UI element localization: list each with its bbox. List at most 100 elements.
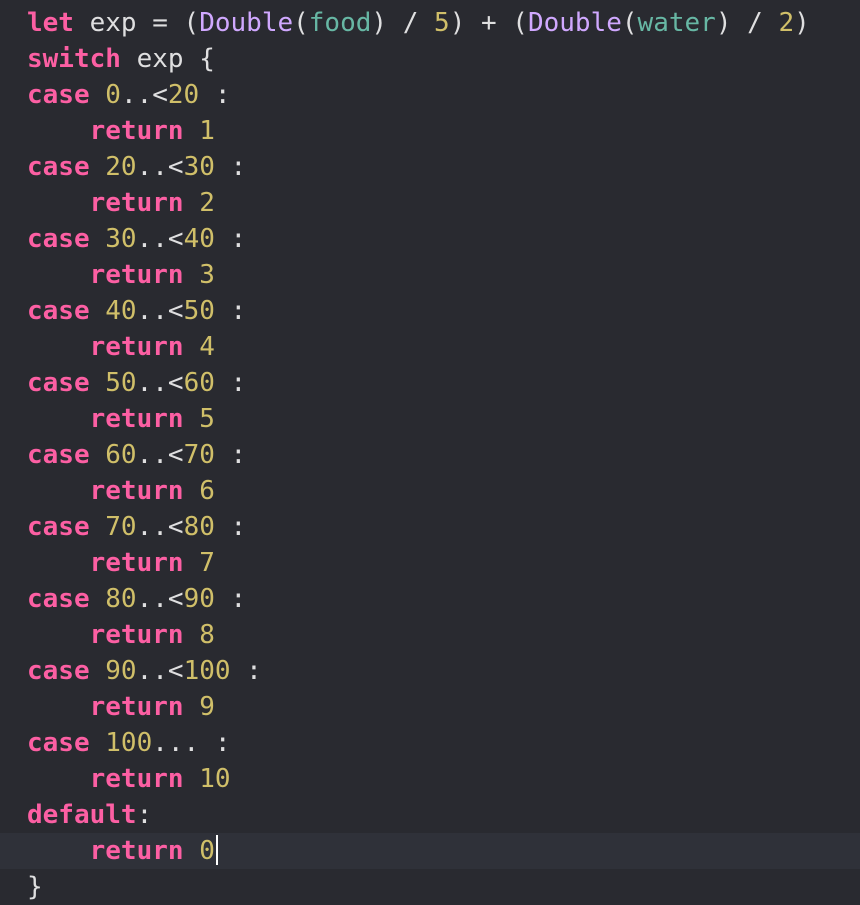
code-line[interactable]: case 20..<30 : <box>0 149 860 185</box>
keyword-token: return <box>89 332 184 362</box>
code-text: : <box>214 440 247 470</box>
code-line[interactable]: case 60..<70 : <box>0 437 860 473</box>
code-text: : <box>136 800 153 830</box>
number-token: 20 <box>167 80 200 110</box>
type-token: Double <box>527 8 622 38</box>
code-text: : <box>214 368 247 398</box>
number-token: 50 <box>183 296 215 326</box>
number-token: 100 <box>183 656 231 686</box>
code-text: : <box>214 512 247 542</box>
code-text: ... : <box>152 728 231 758</box>
text-cursor <box>215 835 218 865</box>
code-line[interactable]: case 30..<40 : <box>0 221 860 257</box>
number-token: 50 <box>105 368 137 398</box>
code-line[interactable]: case 90..<100 : <box>0 653 860 689</box>
code-text: ..< <box>120 80 168 110</box>
keyword-token: case <box>27 512 90 542</box>
code-text: ( <box>293 8 309 38</box>
keyword-token: case <box>27 584 90 614</box>
number-token: 9 <box>199 692 215 722</box>
code-text: : <box>214 296 247 326</box>
number-token: 70 <box>183 440 215 470</box>
keyword-token: case <box>27 224 90 254</box>
code-text: ..< <box>136 656 184 686</box>
code-line[interactable]: default: <box>0 797 860 833</box>
keyword-token: return <box>89 476 184 506</box>
code-line[interactable]: return 2 <box>0 185 860 221</box>
code-text: ( <box>621 8 638 38</box>
code-line[interactable]: return 9 <box>0 689 860 725</box>
keyword-token: let <box>27 8 74 38</box>
number-token: 5 <box>199 404 215 434</box>
code-line[interactable]: return 5 <box>0 401 860 437</box>
code-text: : <box>214 224 247 254</box>
keyword-token: case <box>27 728 90 758</box>
code-line[interactable]: return 10 <box>0 761 860 797</box>
identifier-token: water <box>637 8 716 38</box>
keyword-token: return <box>89 764 184 794</box>
keyword-token: return <box>89 548 184 578</box>
keyword-token: return <box>89 404 184 434</box>
code-line[interactable]: case 80..<90 : <box>0 581 860 617</box>
code-line[interactable]: let exp = (Double(food) / 5) + (Double(w… <box>0 5 860 41</box>
number-token: 2 <box>199 188 215 218</box>
code-text: ) <box>794 8 810 38</box>
code-editor[interactable]: let exp = (Double(food) / 5) + (Double(w… <box>0 5 860 905</box>
number-token: 7 <box>199 548 215 578</box>
code-line[interactable]: return 3 <box>0 257 860 293</box>
number-token: 2 <box>778 8 795 38</box>
keyword-token: return <box>89 188 184 218</box>
code-line[interactable]: case 50..<60 : <box>0 365 860 401</box>
code-text: ..< <box>136 440 184 470</box>
code-line-current[interactable]: return 0 <box>0 833 860 869</box>
code-line[interactable]: case 70..<80 : <box>0 509 860 545</box>
code-line[interactable]: case 40..<50 : <box>0 293 860 329</box>
code-text: ..< <box>136 152 184 182</box>
number-token: 1 <box>199 116 215 146</box>
code-line[interactable]: switch exp { <box>0 41 860 77</box>
number-token: 0 <box>199 836 215 866</box>
code-line[interactable]: return 8 <box>0 617 860 653</box>
code-line[interactable]: return 6 <box>0 473 860 509</box>
number-token: 80 <box>183 512 215 542</box>
keyword-token: case <box>27 296 90 326</box>
keyword-token: case <box>27 368 90 398</box>
code-text: ..< <box>136 296 184 326</box>
code-text: : <box>230 656 262 686</box>
code-line[interactable]: return 1 <box>0 113 860 149</box>
number-token: 70 <box>105 512 137 542</box>
keyword-token: case <box>27 152 90 182</box>
code-line[interactable]: return 4 <box>0 329 860 365</box>
code-line[interactable]: case 100... : <box>0 725 860 761</box>
keyword-token: default <box>27 800 137 830</box>
keyword-token: return <box>89 260 184 290</box>
code-line[interactable]: return 7 <box>0 545 860 581</box>
code-line[interactable]: case 0..<20 : <box>0 77 860 113</box>
number-token: 80 <box>105 584 137 614</box>
code-line[interactable]: } <box>0 869 860 905</box>
code-text: exp { <box>120 44 215 74</box>
number-token: 10 <box>199 764 231 794</box>
number-token: 40 <box>105 296 137 326</box>
